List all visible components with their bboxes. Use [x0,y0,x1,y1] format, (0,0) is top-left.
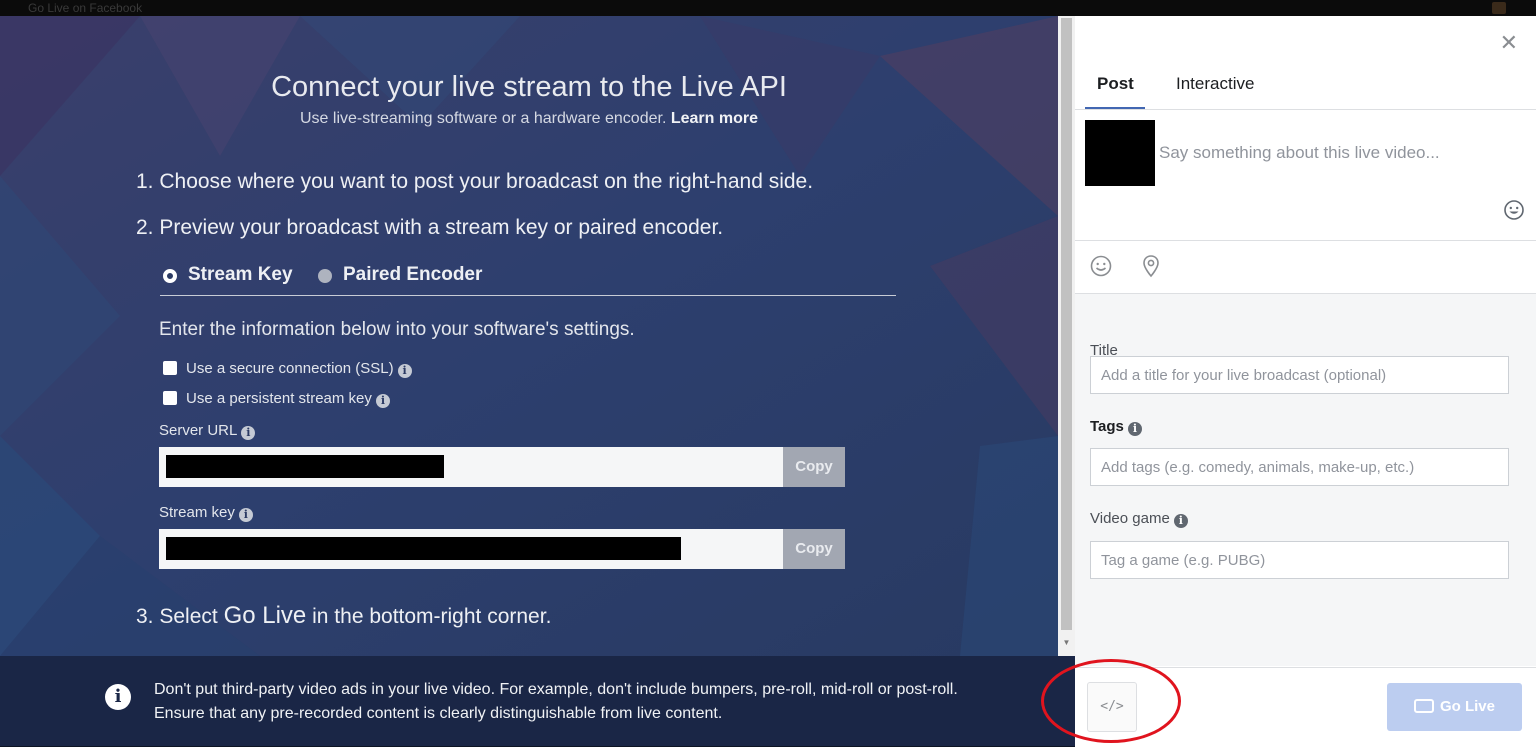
persistent-key-option: Use a persistent stream key i [163,390,390,408]
window-control-icon[interactable] [1492,2,1506,14]
ads-notice-bar: i Don't put third-party video ads in you… [0,656,1075,746]
feeling-icon[interactable] [1089,254,1113,283]
page-subtitle: Use live-streaming software or a hardwar… [0,110,1058,128]
redacted-block [166,455,444,478]
broadcast-details-form: Title Tagsi Video gamei [1075,294,1536,666]
ssl-option: Use a secure connection (SSL) i [163,360,412,378]
stream-setup-panel: Connect your live stream to the Live API… [0,16,1058,656]
paired-encoder-radio[interactable] [318,269,332,283]
embed-code-button[interactable]: </> [1087,682,1137,732]
step-2: 2. Preview your broadcast with a stream … [136,216,724,239]
stream-key-radio[interactable] [163,269,177,283]
info-icon[interactable]: i [397,364,412,378]
learn-more-link[interactable]: Learn more [671,110,758,127]
tags-label: Tags i [1090,418,1142,436]
go-live-button[interactable]: Go Live [1387,683,1522,731]
step-3-prefix: 3. Select [136,605,218,628]
video-game-input[interactable] [1090,541,1509,579]
info-icon[interactable]: i [1173,514,1188,528]
ssl-label[interactable]: Use a secure connection (SSL) [186,360,394,377]
step-3: 3. Select Go Live in the bottom-right co… [136,602,551,630]
stream-key-value[interactable] [159,529,783,569]
copy-stream-key-button[interactable]: Copy [783,529,845,569]
scrollbar-thumb[interactable] [1061,18,1072,630]
server-url-label-text: Server URL [159,422,238,439]
copy-server-url-button[interactable]: Copy [783,447,845,487]
redacted-block [166,537,681,560]
go-live-label: Go Live [1439,698,1495,715]
server-url-field: Copy [159,447,845,487]
info-icon[interactable]: i [1127,422,1142,436]
instruction-text: Enter the information below into your so… [159,319,635,340]
scroll-down-arrow-icon[interactable]: ▼ [1061,638,1072,648]
persistent-key-checkbox[interactable] [163,391,177,405]
stream-key-field: Copy [159,529,845,569]
stream-key-label-text: Stream key [159,504,235,521]
stream-key-label: Stream key i [159,504,253,522]
window-titlebar: Go Live on Facebook [0,0,1536,16]
post-description-input[interactable] [1157,142,1521,164]
video-camera-icon [1413,699,1434,713]
info-icon[interactable]: i [375,394,390,408]
connection-method-tabs: Stream Key Paired Encoder [160,263,896,296]
tab-paired-encoder[interactable]: Paired Encoder [343,264,482,286]
close-icon[interactable]: ✕ [1500,30,1518,56]
tabs-divider [1075,109,1536,110]
server-url-label: Server URL i [159,422,256,440]
step-3-highlight: Go Live [223,602,307,629]
tab-post[interactable]: Post [1097,74,1134,94]
post-panel: ✕ Post Interactive Title Tagsi Video gam… [1075,16,1536,747]
subtitle-text: Use live-streaming software or a hardwar… [300,110,667,127]
tags-label-text: Tags [1090,418,1124,435]
tags-input[interactable] [1090,448,1509,486]
emoji-icon[interactable] [1503,199,1525,226]
video-game-label: Video game i [1090,510,1188,528]
title-input[interactable] [1090,356,1509,394]
info-icon: i [105,684,131,710]
info-icon[interactable]: i [238,508,253,522]
video-game-label-text: Video game [1090,510,1170,527]
step-3-suffix: in the bottom-right corner. [312,605,552,628]
location-pin-icon[interactable] [1141,254,1161,283]
page-title: Connect your live stream to the Live API [271,71,787,103]
divider [1075,240,1536,241]
tab-interactive[interactable]: Interactive [1176,74,1254,94]
tab-stream-key[interactable]: Stream Key [188,264,293,286]
server-url-value[interactable] [159,447,783,487]
persistent-key-label[interactable]: Use a persistent stream key [186,390,372,407]
info-icon[interactable]: i [241,426,256,440]
step-1: 1. Choose where you want to post your br… [136,170,814,193]
window-title: Go Live on Facebook [28,1,143,15]
avatar [1085,120,1155,186]
ssl-checkbox[interactable] [163,361,177,375]
panel-footer: </> Go Live [1075,667,1536,747]
notice-text: Don't put third-party video ads in your … [154,681,958,722]
